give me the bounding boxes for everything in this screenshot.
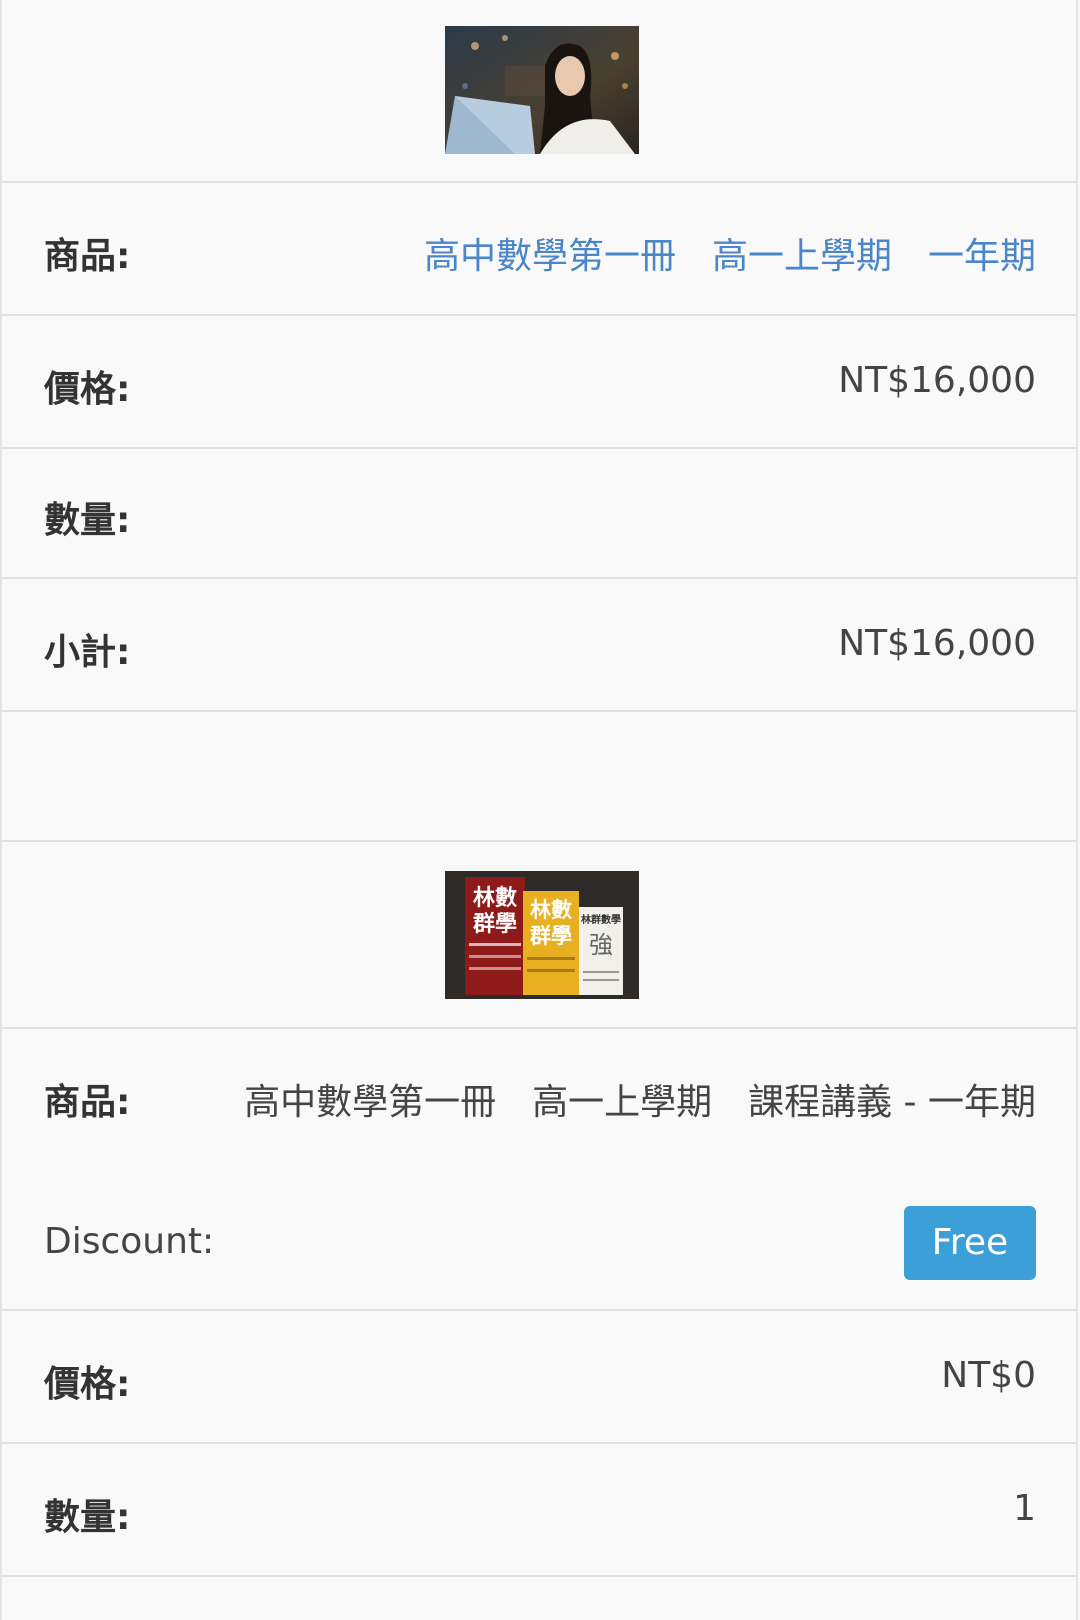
item-1-image-row (2, 0, 1076, 183)
item-2-quantity-row: 數量: 1 (2, 1444, 1076, 1577)
product-name-link[interactable]: 高中數學第一冊 高一上學期 一年期 (424, 227, 1036, 279)
item-1-thumbnail[interactable] (445, 26, 639, 154)
cart-page: 商品: 高中數學第一冊 高一上學期 一年期 價格: NT$16,000 數量: … (0, 0, 1078, 1620)
free-discount-badge: Free (904, 1206, 1036, 1280)
item-1-quantity-row: 數量: (2, 449, 1076, 579)
spacer-row (2, 712, 1076, 842)
quantity-value[interactable]: 1 (1013, 1488, 1036, 1529)
product-name: 高中數學第一冊 高一上學期 課程講義 - 一年期 (244, 1082, 1036, 1123)
student-laptop-photo (445, 26, 639, 154)
item-2-product-row: 商品: 高中數學第一冊 高一上學期 課程講義 - 一年期 Discount: F… (2, 1029, 1076, 1311)
subtotal-value: NT$16,000 (838, 623, 1036, 664)
quantity-label: 數量: (44, 1497, 131, 1538)
svg-text:林數: 林數 (473, 886, 517, 911)
item-2-price-row: 價格: NT$0 (2, 1311, 1076, 1444)
item-1-subtotal-row: 小計: NT$16,000 (2, 579, 1076, 712)
price-value: NT$0 (941, 1355, 1036, 1396)
item-1-product-row: 商品: 高中數學第一冊 高一上學期 一年期 (2, 183, 1076, 316)
item-2-image-row: 林數 群學 林數 群學 林群數學 強 (2, 842, 1076, 1029)
product-label: 商品: (44, 236, 131, 277)
price-label: 價格: (44, 369, 131, 410)
product-label: 商品: (44, 1082, 131, 1123)
svg-text:群學: 群學 (530, 924, 572, 948)
svg-text:群學: 群學 (473, 911, 517, 937)
item-1-price-row: 價格: NT$16,000 (2, 316, 1076, 449)
price-value: NT$16,000 (838, 360, 1036, 401)
price-label: 價格: (44, 1364, 131, 1405)
textbooks-photo: 林數 群學 林數 群學 林群數學 強 (445, 871, 639, 999)
subtotal-label: 小計: (44, 632, 131, 673)
discount-label: Discount: (44, 1221, 215, 1262)
item-2-thumbnail[interactable]: 林數 群學 林數 群學 林群數學 強 (445, 871, 639, 999)
svg-text:林群數學: 林群數學 (581, 913, 621, 926)
svg-text:強: 強 (589, 931, 613, 959)
quantity-label: 數量: (44, 500, 131, 541)
svg-text:林數: 林數 (530, 898, 572, 922)
